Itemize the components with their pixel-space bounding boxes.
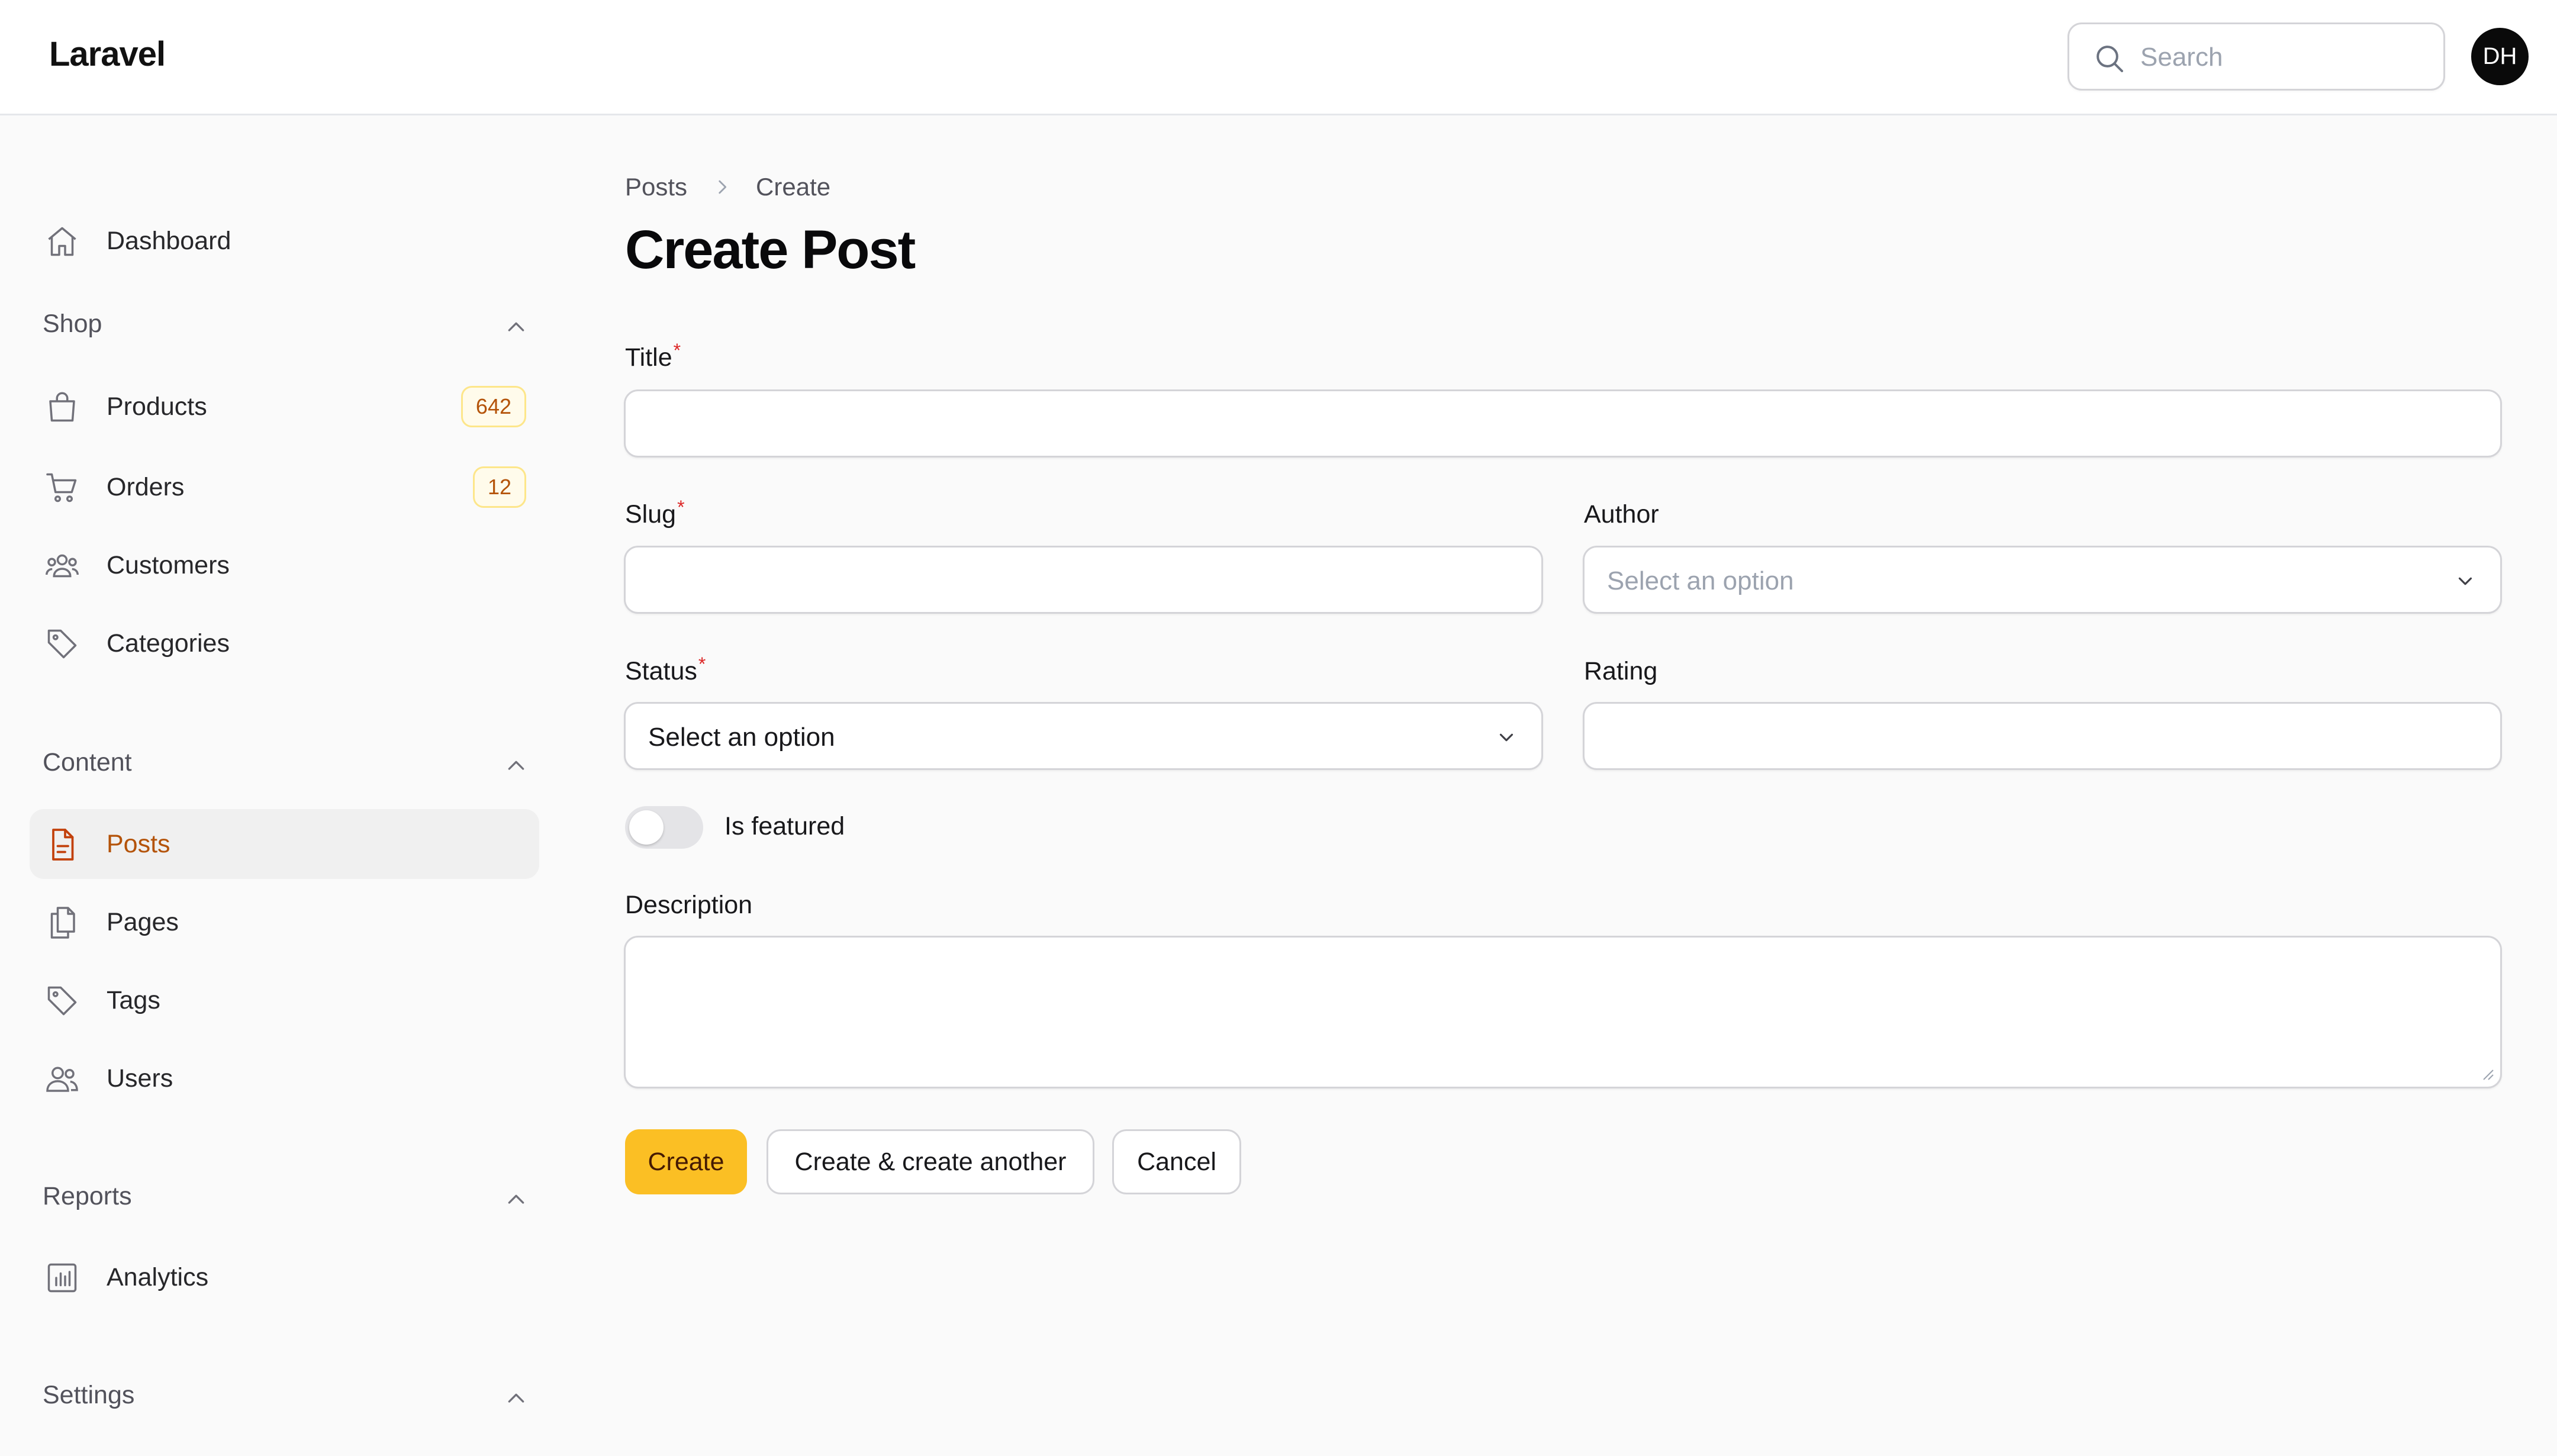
status-label: Status* [625,653,706,686]
chevron-up-icon [508,1194,524,1204]
slug-input[interactable] [626,547,1541,612]
home-icon [48,227,76,256]
tag-icon [47,629,77,659]
sidebar-item-tags[interactable]: Tags [30,965,539,1035]
sidebar-group-content[interactable]: Content [43,743,528,785]
required-mark: * [673,340,681,361]
rating-label: Rating [1584,657,1658,685]
toggle-knob [629,810,664,845]
description-field[interactable] [624,936,2502,1088]
shopping-cart-icon [46,473,77,502]
shopping-bag-icon [49,392,75,422]
slug-label-text: Slug [625,500,677,529]
sidebar-item-dashboard[interactable]: Dashboard [30,206,539,276]
count-badge: 12 [472,466,526,508]
top-bar: Laravel DH [0,0,2557,115]
chart-bar-icon [47,1263,77,1293]
sidebar-item-label: Posts [107,829,170,858]
title-label-text: Title [625,343,672,372]
sidebar-item-label: Orders [107,472,185,501]
title-input[interactable] [626,391,2500,456]
resize-handle-icon[interactable] [2480,1067,2494,1081]
author-select-value: Select an option [1607,566,1794,595]
users-icon [46,1067,78,1092]
title-field[interactable] [624,389,2502,458]
status-select-value: Select an option [648,723,835,752]
chevron-down-icon [2458,577,2472,585]
create-button[interactable]: Create [625,1129,747,1194]
sidebar-item-label: Users [107,1064,173,1093]
page-title: Create Post [625,220,916,280]
rating-input[interactable] [1585,704,2500,768]
sidebar-item-label: Dashboard [107,226,231,255]
status-label-text: Status [625,657,697,685]
cancel-button[interactable]: Cancel [1112,1129,1241,1194]
chevron-up-icon [508,1393,524,1403]
brand-logo[interactable]: Laravel [49,34,166,74]
sidebar-group-shop[interactable]: Shop [43,305,528,346]
breadcrumb: Posts Create [625,173,830,201]
sidebar-group-label: Settings [43,1381,135,1409]
create-another-button[interactable]: Create & create another [767,1129,1094,1194]
breadcrumb-current: Create [756,173,831,201]
author-select[interactable]: Select an option [1583,546,2502,614]
slug-label: Slug* [625,497,685,529]
description-textarea[interactable] [626,938,2500,1087]
documents-icon [50,907,75,939]
sidebar-group-settings[interactable]: Settings [43,1376,528,1418]
sidebar-item-pages[interactable]: Pages [30,887,539,957]
sidebar-item-categories[interactable]: Categories [30,608,539,678]
description-label: Description [625,891,753,919]
chevron-right-icon [712,177,732,197]
search-icon [2097,46,2123,72]
sidebar: Dashboard Shop Products 642 Orders 12 Cu… [0,115,568,1456]
breadcrumb-link-posts[interactable]: Posts [625,173,687,201]
chevron-up-icon [508,761,524,770]
tag-icon [47,986,77,1016]
author-label: Author [1584,500,1659,529]
sidebar-item-orders[interactable]: Orders 12 [30,452,539,522]
sidebar-group-label: Content [43,748,132,777]
document-text-icon [52,829,74,861]
sidebar-item-users[interactable]: Users [30,1043,539,1113]
sidebar-item-label: Tags [107,985,160,1014]
sidebar-item-label: Pages [107,907,179,936]
sidebar-item-label: Products [107,392,207,421]
sidebar-group-label: Reports [43,1182,132,1210]
search-input[interactable] [2140,35,2430,80]
user-avatar[interactable]: DH [2471,28,2529,85]
sidebar-item-analytics[interactable]: Analytics [30,1242,539,1312]
is-featured-label: Is featured [724,812,845,840]
slug-field[interactable] [624,546,1543,614]
sidebar-item-customers[interactable]: Customers [30,530,539,600]
global-search[interactable] [2068,22,2445,91]
chevron-down-icon [1499,733,1513,742]
status-select[interactable]: Select an option [624,702,1543,770]
users-group-icon [46,554,79,578]
sidebar-group-label: Shop [43,310,102,338]
sidebar-item-products[interactable]: Products 642 [30,372,539,442]
required-mark: * [698,653,706,675]
sidebar-item-label: Customers [107,550,230,579]
rating-field[interactable] [1583,702,2502,770]
count-badge: 642 [460,386,526,427]
sidebar-item-posts[interactable]: Posts [30,809,539,879]
title-label: Title* [625,340,681,372]
is-featured-toggle[interactable] [625,806,703,849]
required-mark: * [677,497,685,518]
sidebar-group-reports[interactable]: Reports [43,1177,528,1219]
sidebar-item-label: Analytics [107,1262,209,1291]
chevron-up-icon [508,322,524,331]
sidebar-item-label: Categories [107,629,230,658]
